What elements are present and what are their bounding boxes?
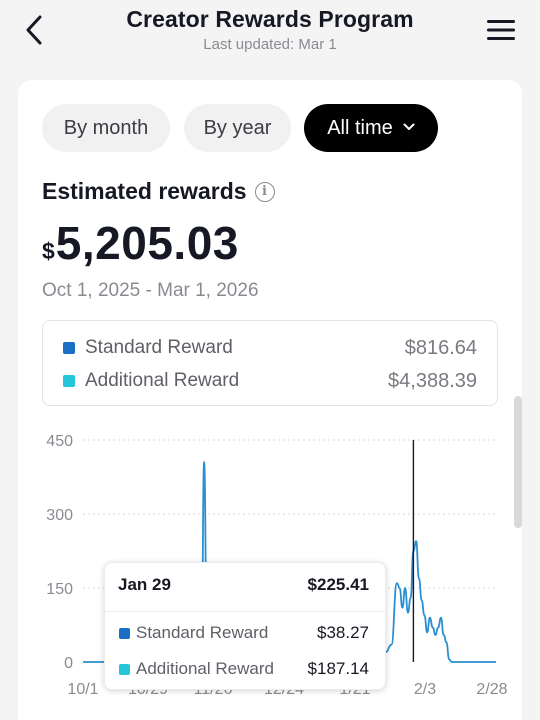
estimated-rewards-heading: Estimated rewards i (42, 178, 275, 205)
tooltip-divider (105, 611, 385, 612)
filter-by-month[interactable]: By month (42, 104, 170, 152)
filter-by-year[interactable]: By year (184, 104, 291, 152)
menu-button[interactable] (484, 14, 518, 46)
estimated-rewards-label: Estimated rewards (42, 178, 247, 204)
chevron-down-icon (403, 123, 415, 130)
tooltip-total: $225.41 (307, 575, 369, 594)
legend-label-standard: Standard Reward (85, 337, 233, 358)
legend-row-standard: Standard Reward $816.64 (63, 336, 477, 360)
tooltip-label-standard: Standard Reward (136, 623, 269, 642)
tooltip-date: Jan 29 (118, 575, 171, 594)
legend-value-additional: $4,388.39 (388, 369, 477, 392)
filter-by-year-label: By year (203, 116, 272, 139)
page-title: Creator Rewards Program (126, 6, 414, 32)
tooltip-label-additional: Additional Reward (136, 659, 274, 678)
hamburger-menu-icon (487, 20, 515, 40)
tooltip-swatch-additional (119, 663, 130, 675)
last-updated: Last updated: Mar 1 (203, 36, 337, 53)
filter-all-time-label: All time (327, 116, 393, 139)
legend-box: Standard Reward $816.64 Additional Rewar… (42, 320, 498, 406)
info-icon[interactable]: i (254, 181, 275, 202)
header: Creator Rewards Program Last updated: Ma… (0, 0, 540, 80)
tooltip-header: Jan 29 $225.41 (118, 575, 369, 595)
legend-swatch-standard (63, 342, 75, 354)
scrollbar[interactable] (514, 396, 522, 528)
currency-symbol: $ (42, 238, 55, 264)
date-range: Oct 1, 2025 - Mar 1, 2026 (42, 280, 259, 301)
amount-value: 5,205.03 (55, 217, 239, 269)
legend-swatch-additional (63, 375, 75, 387)
tooltip-row-additional: Additional Reward $187.14 (119, 659, 369, 679)
tooltip-value-additional: $187.14 (307, 659, 369, 678)
legend-row-additional: Additional Reward $4,388.39 (63, 369, 477, 393)
legend-value-standard: $816.64 (404, 336, 477, 359)
tooltip-swatch-standard (119, 627, 130, 639)
chart-tooltip: Jan 29 $225.41 Standard Reward $38.27 Ad… (104, 562, 386, 690)
filter-all-time-dropdown[interactable]: All time (304, 104, 438, 152)
tooltip-value-standard: $38.27 (317, 623, 369, 642)
total-amount: $ 5,205.03 (42, 216, 239, 270)
tooltip-row-standard: Standard Reward $38.27 (119, 623, 369, 643)
filter-by-month-label: By month (63, 116, 149, 139)
legend-label-additional: Additional Reward (85, 370, 240, 391)
